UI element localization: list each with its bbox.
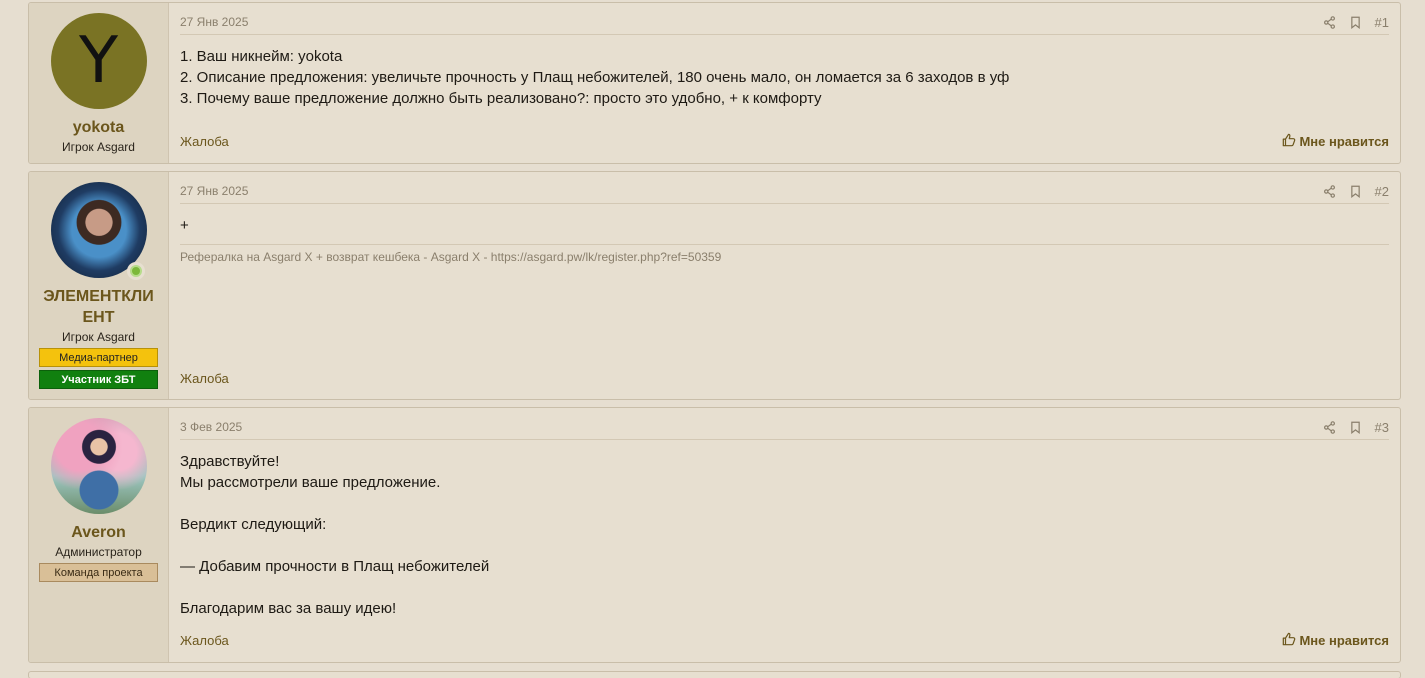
report-link[interactable]: Жалоба bbox=[180, 134, 229, 149]
like-label: Мне нравится bbox=[1299, 134, 1389, 149]
post-header: 27 Янв 2025 #1 bbox=[180, 13, 1389, 35]
message-line: — Добавим прочности в Плащ небожителей bbox=[180, 558, 490, 575]
report-link[interactable]: Жалоба bbox=[180, 371, 229, 386]
post-number[interactable]: #3 bbox=[1375, 420, 1389, 435]
message-line: Благодарим вас за вашу идею! bbox=[180, 600, 397, 617]
share-icon[interactable] bbox=[1323, 420, 1336, 434]
post-header: 3 Фев 2025 #3 bbox=[180, 418, 1389, 440]
post-number[interactable]: #1 bbox=[1375, 15, 1389, 30]
post-date[interactable]: 3 Фев 2025 bbox=[180, 420, 242, 434]
post-message: 1. Ваш никнейм: yokota 2. Описание предл… bbox=[180, 46, 1389, 109]
post-footer: Жалоба Мне нравится bbox=[180, 632, 1389, 649]
message-line: + bbox=[180, 217, 189, 234]
message-line: Вердикт следующий: bbox=[180, 516, 327, 533]
message-line: 3. Почему ваше предложение должно быть р… bbox=[180, 90, 822, 107]
online-status-icon bbox=[126, 262, 145, 280]
like-label: Мне нравится bbox=[1299, 633, 1389, 648]
post-footer: Жалоба bbox=[180, 371, 1389, 386]
post-1: Y yokota Игрок Asgard 27 Янв 2025 #1 1. … bbox=[28, 2, 1401, 164]
post-actions: #2 bbox=[1323, 184, 1389, 199]
post-user-cell: Averon Администратор Команда проекта bbox=[29, 408, 169, 662]
share-icon[interactable] bbox=[1323, 184, 1336, 198]
message-line: Здравствуйте! bbox=[180, 453, 280, 470]
user-title: Игрок Asgard bbox=[62, 330, 135, 344]
report-link[interactable]: Жалоба bbox=[180, 633, 229, 648]
avatar[interactable] bbox=[50, 182, 147, 280]
post-message: + bbox=[180, 215, 1389, 236]
like-button[interactable]: Мне нравится bbox=[1282, 133, 1389, 150]
post-user-cell: Y yokota Игрок Asgard bbox=[29, 3, 169, 163]
username[interactable]: yokota bbox=[39, 117, 159, 138]
user-banner-beta-tester: Участник ЗБТ bbox=[39, 370, 158, 389]
avatar-letter: Y bbox=[78, 24, 119, 98]
message-line: Мы рассмотрели ваше предложение. bbox=[180, 474, 441, 491]
message-line: 1. Ваш никнейм: yokota bbox=[180, 48, 343, 65]
post-number[interactable]: #2 bbox=[1375, 184, 1389, 199]
avatar[interactable]: Y bbox=[50, 13, 147, 109]
post-message: Здравствуйте! Мы рассмотрели ваше предло… bbox=[180, 451, 1389, 619]
message-line bbox=[180, 577, 1389, 598]
user-banner-media-partner: Медиа-партнер bbox=[39, 348, 158, 367]
username[interactable]: ЭЛЕМЕНТКЛИЕНТ bbox=[39, 286, 159, 328]
post-3: Averon Администратор Команда проекта 3 Ф… bbox=[28, 407, 1401, 663]
post-header: 27 Янв 2025 #2 bbox=[180, 182, 1389, 204]
username[interactable]: Averon bbox=[39, 522, 159, 543]
post-main: 27 Янв 2025 #2 + Рефералка на Asgard X +… bbox=[169, 172, 1400, 399]
thumbs-up-icon bbox=[1282, 632, 1296, 649]
message-line bbox=[180, 535, 1389, 556]
post-actions: #1 bbox=[1323, 15, 1389, 30]
message-line bbox=[180, 493, 1389, 514]
post-date[interactable]: 27 Янв 2025 bbox=[180, 184, 248, 198]
thumbs-up-icon bbox=[1282, 133, 1296, 150]
share-icon[interactable] bbox=[1323, 15, 1336, 29]
bookmark-icon[interactable] bbox=[1350, 421, 1361, 434]
post-main: 3 Фев 2025 #3 Здравствуйте! Мы рассмотре… bbox=[169, 408, 1400, 662]
user-title: Игрок Asgard bbox=[62, 140, 135, 154]
user-signature[interactable]: Рефералка на Asgard X + возврат кешбека … bbox=[180, 244, 1389, 264]
post-date[interactable]: 27 Янв 2025 bbox=[180, 15, 248, 29]
bookmark-icon[interactable] bbox=[1350, 185, 1361, 198]
post-main: 27 Янв 2025 #1 1. Ваш никнейм: yokota 2.… bbox=[169, 3, 1400, 163]
post-user-cell: ЭЛЕМЕНТКЛИЕНТ Игрок Asgard Медиа-партнер… bbox=[29, 172, 169, 399]
avatar[interactable] bbox=[50, 418, 147, 514]
like-button[interactable]: Мне нравится bbox=[1282, 632, 1389, 649]
bookmark-icon[interactable] bbox=[1350, 16, 1361, 29]
post-actions: #3 bbox=[1323, 420, 1389, 435]
user-title: Администратор bbox=[55, 545, 142, 559]
post-2: ЭЛЕМЕНТКЛИЕНТ Игрок Asgard Медиа-партнер… bbox=[28, 171, 1401, 400]
message-line: 2. Описание предложения: увеличьте прочн… bbox=[180, 69, 1010, 86]
post-footer: Жалоба Мне нравится bbox=[180, 133, 1389, 150]
user-banner-project-team: Команда проекта bbox=[39, 563, 158, 582]
next-post-edge bbox=[28, 671, 1401, 678]
